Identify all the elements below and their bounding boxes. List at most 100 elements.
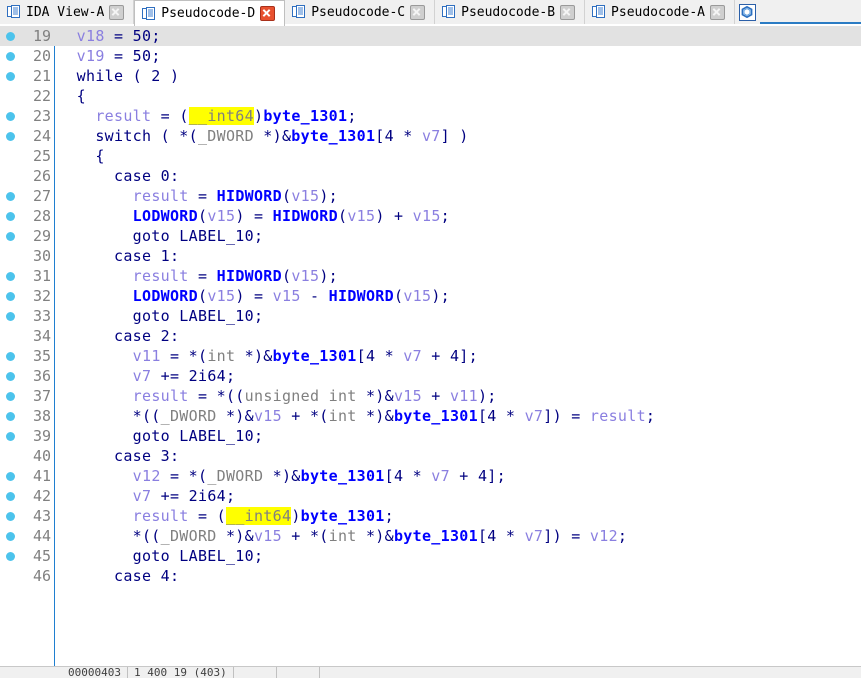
breakpoint-marker-icon[interactable] (6, 192, 15, 201)
tab-pseudocode-c[interactable]: Pseudocode-C (285, 0, 435, 24)
code-token: int (207, 347, 235, 365)
line-code-text[interactable]: switch ( *(_DWORD *)&byte_1301[4 * v7] ) (58, 126, 469, 146)
breakpoint-marker-icon[interactable] (6, 552, 15, 561)
line-code-text[interactable]: case 2: (58, 326, 179, 346)
line-code-text[interactable]: result = HIDWORD(v15); (58, 186, 338, 206)
line-code-text[interactable]: result = (__int64)byte_1301; (58, 506, 394, 526)
code-line[interactable]: 23 result = (__int64)byte_1301; (0, 106, 861, 126)
code-line[interactable]: 33 goto LABEL_10; (0, 306, 861, 326)
line-number: 23 (18, 106, 51, 126)
line-code-text[interactable]: v7 += 2i64; (58, 366, 235, 386)
code-line[interactable]: 35 v11 = *(int *)&byte_1301[4 * v7 + 4]; (0, 346, 861, 366)
breakpoint-marker-icon[interactable] (6, 32, 15, 41)
line-code-text[interactable]: { (58, 86, 86, 106)
code-line[interactable]: 27 result = HIDWORD(v15); (0, 186, 861, 206)
line-code-text[interactable]: case 3: (58, 446, 179, 466)
line-code-text[interactable]: LODWORD(v15) = v15 - HIDWORD(v15); (58, 286, 450, 306)
breakpoint-marker-icon[interactable] (6, 532, 15, 541)
breakpoint-marker-icon[interactable] (6, 212, 15, 221)
breakpoint-marker-icon[interactable] (6, 392, 15, 401)
breakpoint-marker-icon[interactable] (6, 272, 15, 281)
line-code-text[interactable]: case 0: (58, 166, 179, 186)
code-line[interactable]: 37 result = *((unsigned int *)&v15 + v11… (0, 386, 861, 406)
line-code-text[interactable]: result = (__int64)byte_1301; (58, 106, 357, 126)
code-token (58, 207, 133, 225)
code-line[interactable]: 25 { (0, 146, 861, 166)
code-line[interactable]: 46 case 4: (0, 566, 861, 586)
code-token: ( (282, 267, 291, 285)
code-line[interactable]: 31 result = HIDWORD(v15); (0, 266, 861, 286)
close-icon[interactable] (109, 5, 124, 20)
code-line[interactable]: 34 case 2: (0, 326, 861, 346)
breakpoint-marker-icon[interactable] (6, 472, 15, 481)
code-line[interactable]: 45 goto LABEL_10; (0, 546, 861, 566)
close-icon[interactable] (560, 5, 575, 20)
line-code-text[interactable]: v7 += 2i64; (58, 486, 235, 506)
breakpoint-marker-icon[interactable] (6, 292, 15, 301)
breakpoint-marker-icon[interactable] (6, 112, 15, 121)
line-code-text[interactable]: while ( 2 ) (58, 66, 179, 86)
line-code-text[interactable]: result = HIDWORD(v15); (58, 266, 338, 286)
line-code-text[interactable]: case 1: (58, 246, 179, 266)
breakpoint-marker-icon[interactable] (6, 232, 15, 241)
code-line[interactable]: 19 v18 = 50; (0, 26, 861, 46)
code-token: ); (319, 187, 338, 205)
pseudocode-editor[interactable]: 19 v18 = 50;20 v19 = 50;21 while ( 2 )22… (0, 26, 861, 666)
line-code-text[interactable]: v11 = *(int *)&byte_1301[4 * v7 + 4]; (58, 346, 478, 366)
code-token: = *(( (189, 387, 245, 405)
close-icon-red[interactable] (260, 6, 275, 21)
line-code-text[interactable]: v18 = 50; (58, 26, 161, 46)
code-line[interactable]: 24 switch ( *(_DWORD *)&byte_1301[4 * v7… (0, 126, 861, 146)
code-token: byte_1301 (394, 527, 478, 545)
line-code-text[interactable]: LODWORD(v15) = HIDWORD(v15) + v15; (58, 206, 450, 226)
code-line[interactable]: 42 v7 += 2i64; (0, 486, 861, 506)
code-line[interactable]: 29 goto LABEL_10; (0, 226, 861, 246)
code-line[interactable]: 41 v12 = *(_DWORD *)&byte_1301[4 * v7 + … (0, 466, 861, 486)
tab-pseudocode-a[interactable]: Pseudocode-A (585, 0, 735, 24)
code-line[interactable]: 38 *((_DWORD *)&v15 + *(int *)&byte_1301… (0, 406, 861, 426)
code-line[interactable]: 44 *((_DWORD *)&v15 + *(int *)&byte_1301… (0, 526, 861, 546)
tab-label: IDA View-A (26, 5, 104, 20)
code-line[interactable]: 20 v19 = 50; (0, 46, 861, 66)
tab-pseudocode-d[interactable]: Pseudocode-D (134, 0, 285, 26)
breakpoint-marker-icon[interactable] (6, 352, 15, 361)
close-icon[interactable] (710, 5, 725, 20)
breakpoint-marker-icon[interactable] (6, 412, 15, 421)
line-code-text[interactable]: v19 = 50; (58, 46, 161, 66)
code-line[interactable]: 28 LODWORD(v15) = HIDWORD(v15) + v15; (0, 206, 861, 226)
line-code-text[interactable]: goto LABEL_10; (58, 546, 263, 566)
breakpoint-marker-icon[interactable] (6, 52, 15, 61)
line-code-text[interactable]: goto LABEL_10; (58, 426, 263, 446)
close-icon[interactable] (410, 5, 425, 20)
breakpoint-marker-icon[interactable] (6, 432, 15, 441)
code-line[interactable]: 21 while ( 2 ) (0, 66, 861, 86)
code-line[interactable]: 43 result = (__int64)byte_1301; (0, 506, 861, 526)
tab-pseudocode-b[interactable]: Pseudocode-B (435, 0, 585, 24)
breakpoint-marker-icon[interactable] (6, 72, 15, 81)
code-line[interactable]: 39 goto LABEL_10; (0, 426, 861, 446)
line-code-text[interactable]: { (58, 146, 105, 166)
code-token: v15 (347, 207, 375, 225)
code-token: *)& (357, 407, 394, 425)
breakpoint-marker-icon[interactable] (6, 512, 15, 521)
line-code-text[interactable]: *((_DWORD *)&v15 + *(int *)&byte_1301[4 … (58, 526, 627, 546)
tab-hex-view-partial[interactable] (735, 0, 760, 24)
line-code-text[interactable]: v12 = *(_DWORD *)&byte_1301[4 * v7 + 4]; (58, 466, 506, 486)
code-line[interactable]: 26 case 0: (0, 166, 861, 186)
code-line[interactable]: 40 case 3: (0, 446, 861, 466)
line-code-text[interactable]: case 4: (58, 566, 179, 586)
code-line[interactable]: 22 { (0, 86, 861, 106)
code-line[interactable]: 36 v7 += 2i64; (0, 366, 861, 386)
code-token: result (133, 267, 189, 285)
line-code-text[interactable]: goto LABEL_10; (58, 306, 263, 326)
code-line[interactable]: 30 case 1: (0, 246, 861, 266)
breakpoint-marker-icon[interactable] (6, 312, 15, 321)
tab-ida-view-a[interactable]: IDA View-A (0, 0, 134, 24)
line-code-text[interactable]: goto LABEL_10; (58, 226, 263, 246)
breakpoint-marker-icon[interactable] (6, 132, 15, 141)
line-code-text[interactable]: *((_DWORD *)&v15 + *(int *)&byte_1301[4 … (58, 406, 655, 426)
breakpoint-marker-icon[interactable] (6, 372, 15, 381)
breakpoint-marker-icon[interactable] (6, 492, 15, 501)
code-line[interactable]: 32 LODWORD(v15) = v15 - HIDWORD(v15); (0, 286, 861, 306)
line-code-text[interactable]: result = *((unsigned int *)&v15 + v11); (58, 386, 497, 406)
